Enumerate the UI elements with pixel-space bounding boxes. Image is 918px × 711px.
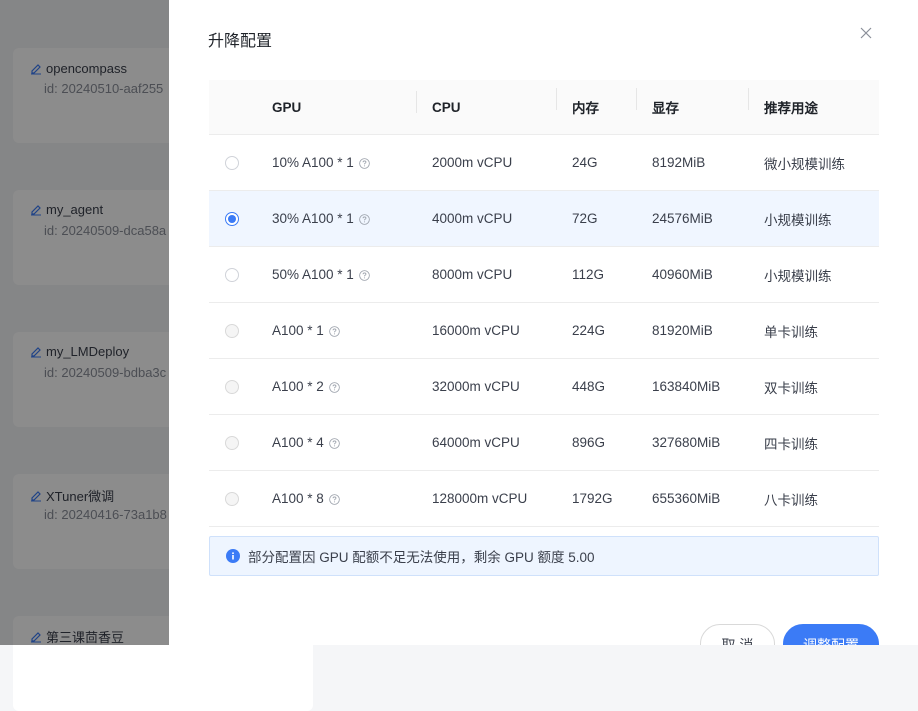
row-radio <box>225 379 239 394</box>
gpu-value: A100 * 2 <box>272 379 324 394</box>
row-select-cell <box>209 323 272 338</box>
table-row: A100 * 4 64000m vCPU 896G 327680MiB 四卡训练 <box>209 415 879 471</box>
memory-cell: 112G <box>572 267 605 282</box>
gpu-value: 50% A100 * 1 <box>272 267 354 282</box>
vram-cell: 40960MiB <box>652 267 713 282</box>
cpu-cell: 4000m vCPU <box>432 211 513 226</box>
memory-cell: 1792G <box>572 491 613 506</box>
gpu-cell: A100 * 1 <box>272 323 416 338</box>
gpu-cell: 30% A100 * 1 <box>272 211 416 226</box>
gpu-cell: A100 * 4 <box>272 435 416 450</box>
quota-notice: 部分配置因 GPU 配额不足无法使用，剩余 GPU 额度 5.00 <box>209 536 879 576</box>
vram-cell: 327680MiB <box>652 435 721 450</box>
question-circle-icon[interactable] <box>329 326 340 337</box>
info-circle-icon <box>226 549 240 563</box>
usage-cell: 双卡训练 <box>764 380 818 396</box>
quota-notice-text: 部分配置因 GPU 配额不足无法使用，剩余 GPU 额度 5.00 <box>248 550 595 565</box>
header-gpu: GPU <box>272 99 302 115</box>
row-radio[interactable] <box>225 267 239 282</box>
cpu-cell: 8000m vCPU <box>432 267 513 282</box>
memory-cell: 24G <box>572 155 598 170</box>
usage-cell: 小规模训练 <box>764 212 832 228</box>
row-radio[interactable] <box>225 211 239 226</box>
gpu-cell: A100 * 2 <box>272 379 416 394</box>
table-header: GPU CPU 内存 显存 推荐用途 <box>209 80 879 135</box>
question-circle-icon[interactable] <box>359 214 370 225</box>
question-circle-icon[interactable] <box>329 494 340 505</box>
gpu-cell: A100 * 8 <box>272 491 416 506</box>
gpu-value: A100 * 8 <box>272 491 324 506</box>
cpu-cell: 64000m vCPU <box>432 435 520 450</box>
memory-cell: 224G <box>572 323 606 338</box>
memory-cell: 448G <box>572 379 606 394</box>
header-vram: 显存 <box>636 88 748 117</box>
header-cpu: CPU <box>416 90 556 115</box>
table-row[interactable]: 10% A100 * 1 2000m vCPU 24G 8192MiB 微小规模训练 <box>209 135 879 191</box>
gpu-value: A100 * 1 <box>272 323 324 338</box>
row-select-cell <box>209 211 272 226</box>
table-row: A100 * 2 32000m vCPU 448G 163840MiB 双卡训练 <box>209 359 879 415</box>
gpu-value: 30% A100 * 1 <box>272 211 354 226</box>
row-radio <box>225 435 239 450</box>
gpu-value: 10% A100 * 1 <box>272 155 354 170</box>
header-usage: 推荐用途 <box>748 88 879 117</box>
table-row: A100 * 8 128000m vCPU 1792G 655360MiB 八卡训练 <box>209 471 879 527</box>
drawer-title: 升降配置 <box>208 33 273 50</box>
row-radio <box>225 323 239 338</box>
question-circle-icon[interactable] <box>359 158 370 169</box>
memory-cell: 896G <box>572 435 606 450</box>
table-row[interactable]: 50% A100 * 1 8000m vCPU 112G 40960MiB 小规模训练 <box>209 247 879 303</box>
header-memory: 内存 <box>556 88 636 117</box>
vram-cell: 163840MiB <box>652 379 721 394</box>
table-row[interactable]: 30% A100 * 1 4000m vCPU 72G 24576MiB 小规模训练 <box>209 191 879 247</box>
cpu-cell: 2000m vCPU <box>432 155 513 170</box>
resize-config-drawer: 升降配置 GPU CPU 内存 显存 推荐用途 10% A100 * 1 2000… <box>169 0 918 645</box>
vram-cell: 8192MiB <box>652 155 706 170</box>
gpu-cell: 10% A100 * 1 <box>272 155 416 170</box>
cpu-cell: 16000m vCPU <box>432 323 520 338</box>
row-radio <box>225 491 239 506</box>
usage-cell: 八卡训练 <box>764 492 818 508</box>
row-select-cell <box>209 155 272 170</box>
row-select-cell <box>209 267 272 282</box>
row-select-cell <box>209 435 272 450</box>
config-table: GPU CPU 内存 显存 推荐用途 10% A100 * 1 2000m vCP… <box>209 80 879 527</box>
cpu-cell: 32000m vCPU <box>432 379 520 394</box>
usage-cell: 四卡训练 <box>764 436 818 452</box>
row-select-cell <box>209 379 272 394</box>
memory-cell: 72G <box>572 211 598 226</box>
confirm-button[interactable]: 调整配置 <box>783 624 879 645</box>
vram-cell: 81920MiB <box>652 323 713 338</box>
question-circle-icon[interactable] <box>329 438 340 449</box>
usage-cell: 单卡训练 <box>764 324 818 340</box>
table-row: A100 * 1 16000m vCPU 224G 81920MiB 单卡训练 <box>209 303 879 359</box>
question-circle-icon[interactable] <box>329 382 340 393</box>
question-circle-icon[interactable] <box>359 270 370 281</box>
cancel-button[interactable]: 取 消 <box>700 624 775 645</box>
row-select-cell <box>209 491 272 506</box>
row-radio[interactable] <box>225 155 239 170</box>
usage-cell: 小规模训练 <box>764 268 832 284</box>
gpu-value: A100 * 4 <box>272 435 324 450</box>
vram-cell: 24576MiB <box>652 211 713 226</box>
vram-cell: 655360MiB <box>652 491 721 506</box>
cpu-cell: 128000m vCPU <box>432 491 528 506</box>
gpu-cell: 50% A100 * 1 <box>272 267 416 282</box>
usage-cell: 微小规模训练 <box>764 156 845 172</box>
close-icon[interactable] <box>858 25 874 41</box>
